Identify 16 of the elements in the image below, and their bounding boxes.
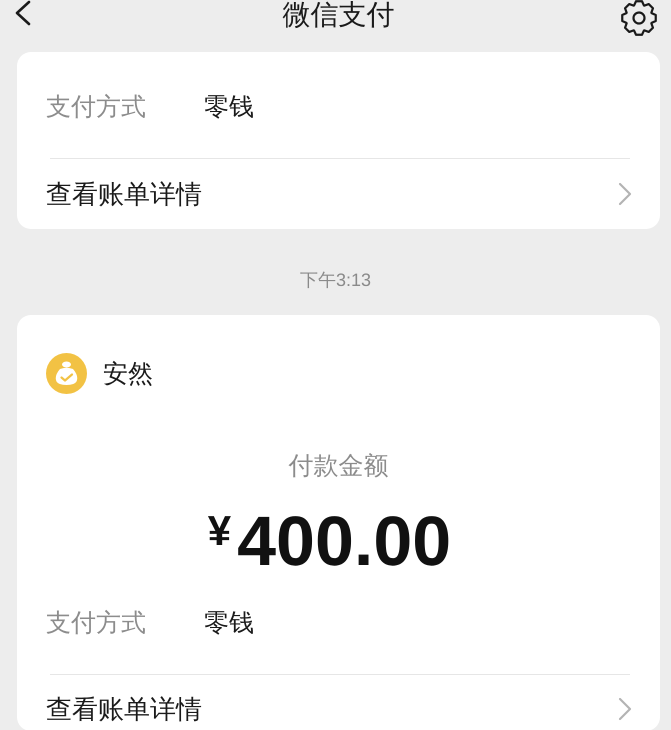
timestamp: 下午3:13 — [300, 269, 372, 291]
chevron-right-icon — [618, 697, 632, 721]
amount-label: 付款金额 — [288, 451, 388, 481]
chevron-right-icon — [618, 182, 632, 206]
settings-icon — [620, 0, 658, 36]
payee-name: 安然 — [103, 358, 153, 388]
field-label: 支付方式 — [46, 608, 147, 638]
page-title: 微信支付 — [282, 0, 394, 30]
field-value: 零钱 — [204, 92, 254, 122]
money-bag-icon — [46, 353, 87, 394]
field-label: 支付方式 — [46, 92, 147, 122]
bill-details-link[interactable]: 查看账单详情 — [17, 675, 660, 730]
settings-button[interactable] — [620, 0, 658, 36]
bill-details-link[interactable]: 查看账单详情 — [17, 159, 660, 229]
field-value: 零钱 — [204, 608, 254, 638]
payment-amount: $^{¥}$400.00 — [208, 501, 452, 581]
